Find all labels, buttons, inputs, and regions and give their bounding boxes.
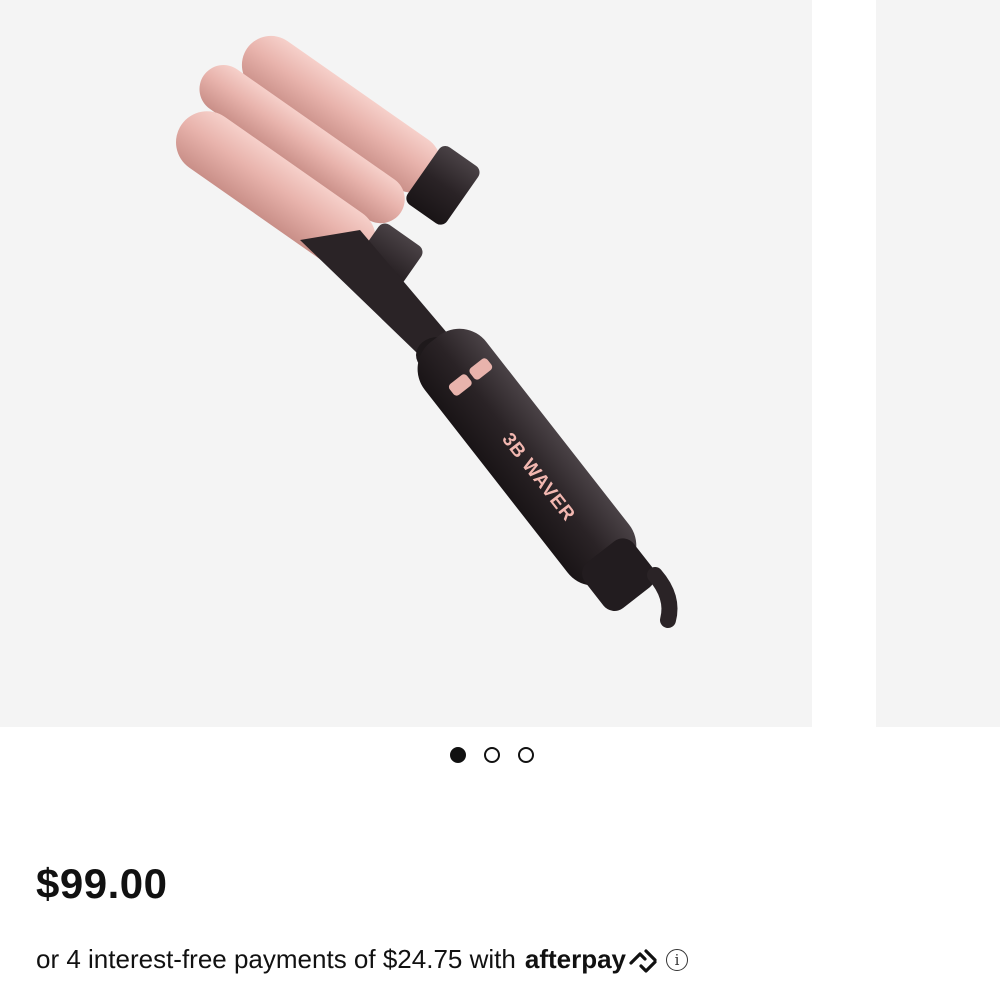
product-image: 3B WAVER [176, 35, 678, 628]
next-image-slide-peek[interactable] [876, 0, 1000, 727]
installment-with: with [469, 944, 516, 974]
afterpay-arrows-icon [629, 948, 657, 973]
afterpay-label: afterpay [524, 944, 627, 974]
afterpay-installment-line: or 4 interest-free payments of $24.75 wi… [36, 944, 689, 975]
installment-amount: $24.75 [382, 944, 463, 974]
image-carousel[interactable]: 3B WAVER [0, 0, 1000, 727]
afterpay-logo: afterpay [525, 944, 658, 975]
installment-prefix: or 4 interest-free payments of [36, 944, 376, 974]
carousel-dot-2[interactable] [484, 747, 500, 763]
info-icon[interactable]: i [666, 948, 689, 971]
carousel-dot-3[interactable] [518, 747, 534, 763]
product-price: $99.00 [36, 860, 168, 907]
carousel-dot-1[interactable] [450, 747, 466, 763]
carousel-pagination [450, 747, 534, 763]
product-image-slide[interactable]: 3B WAVER [0, 0, 812, 727]
